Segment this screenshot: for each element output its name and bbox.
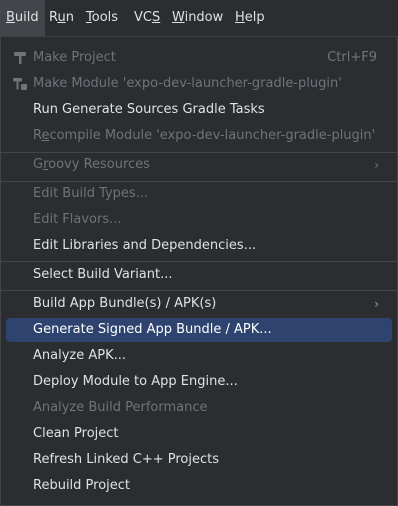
shortcut-label: Ctrl+F9 — [327, 50, 377, 65]
menu-item-groovy-resources[interactable]: Groovy Resources › — [1, 152, 397, 178]
menu-item-edit-libraries[interactable]: Edit Libraries and Dependencies... — [1, 233, 397, 259]
menu-tools-rest: ools — [91, 10, 119, 25]
menu-vcs-pre: VC — [134, 10, 152, 25]
menu-item-label: Clean Project — [33, 426, 119, 441]
chevron-right-icon: › — [374, 297, 379, 311]
menu-item-label: Edit Libraries and Dependencies... — [33, 238, 257, 253]
menu-item-edit-flavors[interactable]: Edit Flavors... — [1, 207, 397, 233]
menu-item-label: Recompile Module 'expo-dev-launcher-grad… — [33, 123, 375, 149]
menu-vcs[interactable]: VCS — [128, 0, 166, 36]
menu-run-mnemonic: u — [57, 10, 66, 25]
menu-run[interactable]: Run — [43, 0, 80, 36]
recompile-rest: compile Module 'expo-dev-launcher-gradle… — [49, 128, 376, 143]
menu-item-label: Select Build Variant... — [33, 267, 173, 282]
build-menu-popup: Make Project Ctrl+F9 Make Module 'expo-d… — [0, 36, 398, 506]
menu-build-rest: uild — [14, 10, 39, 25]
menu-help[interactable]: Help — [229, 0, 271, 36]
menu-vcs-mnemonic: S — [151, 10, 161, 25]
menu-item-build-app-bundle[interactable]: Build App Bundle(s) / APK(s) › — [1, 291, 397, 317]
menu-item-edit-build-types[interactable]: Edit Build Types... — [1, 181, 397, 207]
menu-item-recompile-module[interactable]: Recompile Module 'expo-dev-launcher-grad… — [1, 123, 397, 149]
menu-item-refresh-linked[interactable]: Refresh Linked C++ Projects — [1, 447, 397, 473]
menu-item-label: Generate Signed App Bundle / APK... — [33, 322, 272, 337]
menu-item-label: Edit Build Types... — [33, 186, 149, 201]
menu-item-label: Refresh Linked C++ Projects — [33, 452, 220, 467]
groovy-pre: G — [33, 157, 44, 172]
menu-item-label: Run Generate Sources Gradle Tasks — [33, 102, 265, 117]
menu-item-analyze-build-performance[interactable]: Analyze Build Performance — [1, 395, 397, 421]
menu-item-label: Rebuild Project — [33, 478, 131, 493]
menu-item-deploy-module[interactable]: Deploy Module to App Engine... — [1, 369, 397, 395]
menu-build[interactable]: Build — [0, 0, 45, 36]
menu-item-label: Make Module 'expo-dev-launcher-gradle-pl… — [33, 76, 342, 91]
menu-item-make-module[interactable]: Make Module 'expo-dev-launcher-gradle-pl… — [1, 71, 397, 97]
menu-tools[interactable]: Tools — [80, 0, 124, 36]
menu-help-rest: elp — [244, 10, 265, 25]
menu-window-mnemonic: W — [172, 10, 185, 25]
menu-item-run-generate-sources[interactable]: Run Generate Sources Gradle Tasks — [1, 97, 397, 123]
menu-item-label: Make Project — [33, 50, 116, 65]
menu-bar: Build Run Tools VCS Window Help — [0, 0, 398, 36]
menu-item-make-project[interactable]: Make Project Ctrl+F9 — [1, 45, 397, 71]
menu-item-label: Groovy Resources — [33, 152, 150, 178]
menu-window[interactable]: Window — [166, 0, 229, 36]
menu-build-mnemonic: B — [6, 10, 15, 25]
chevron-right-icon: › — [374, 158, 379, 172]
menu-item-select-build-variant[interactable]: Select Build Variant... — [1, 262, 397, 288]
menu-item-label: Analyze Build Performance — [33, 400, 208, 415]
menu-item-analyze-apk[interactable]: Analyze APK... — [1, 343, 397, 369]
hammer-icon — [14, 52, 26, 64]
menu-item-label: Analyze APK... — [33, 348, 127, 363]
menu-item-label: Edit Flavors... — [33, 212, 122, 227]
menu-help-mnemonic: H — [235, 10, 245, 25]
menu-item-rebuild-project[interactable]: Rebuild Project — [1, 473, 397, 499]
menu-item-clean-project[interactable]: Clean Project — [1, 421, 397, 447]
groovy-rest: oovy Resources — [48, 157, 150, 172]
menu-window-rest: indow — [184, 10, 224, 25]
menu-item-label: Build App Bundle(s) / APK(s) — [33, 296, 217, 311]
menu-run-rest: n — [65, 10, 74, 25]
menu-item-label: Deploy Module to App Engine... — [33, 374, 238, 389]
hammer-module-icon — [13, 78, 27, 90]
menu-item-generate-signed[interactable]: Generate Signed App Bundle / APK... — [1, 317, 397, 343]
